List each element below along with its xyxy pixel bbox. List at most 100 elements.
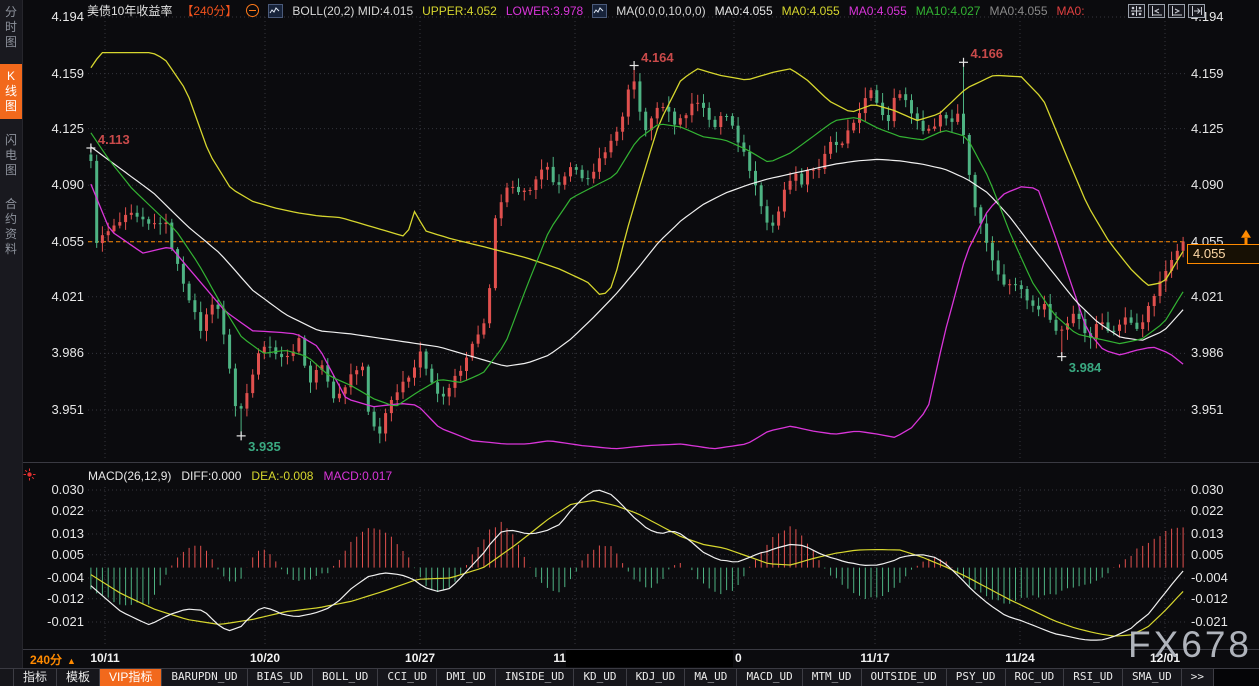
boll-lower-value: LOWER:3.978 [506,4,583,18]
price-axis-label-right: 3.986 [1191,345,1251,360]
collapse-minus-circle-icon[interactable] [246,4,259,17]
toolbar-item-vip[interactable]: VIP指标 [100,669,162,686]
compress-left-icon[interactable] [1148,4,1165,18]
macd-indicator-name: MACD(26,12,9) [88,469,171,483]
price-axis-label-left: 4.090 [28,177,84,192]
toolbar-item-rsiud[interactable]: RSI_UD [1064,669,1123,686]
macd-axis-label-left: -0.021 [28,614,84,629]
chart-window-controls [1128,4,1205,18]
indicator-toolbar: 指标模板VIP指标BARUPDN_UDBIAS_UDBOLL_UDCCI_UDD… [0,668,1259,686]
timeframe-label: 【240分】 [181,2,237,19]
macd-axis-label-right: 0.030 [1191,482,1251,497]
toolbar-item-[interactable]: 模板 [57,669,100,686]
trading-terminal: 分时图K线图闪电图合约资料 美债10年收益率【240分】BOLL(20,2) M… [0,0,1259,685]
ma0-red-value: MA0: [1057,4,1085,18]
boll-mid-value: BOLL(20,2) MID:4.015 [292,4,413,18]
chart-canvas[interactable] [0,0,1259,685]
macd-dea-value: DEA:-0.008 [251,469,313,483]
timeframe-selector[interactable]: 240分 ▲ [30,651,76,668]
price-axis-label-right: 4.021 [1191,289,1251,304]
macd-axis-label-right: 0.005 [1191,547,1251,562]
macd-axis-label-left: -0.012 [28,591,84,606]
toolbar-item-barupdnud[interactable]: BARUPDN_UD [162,669,247,686]
toolbar-item-macdud[interactable]: MACD_UD [737,669,802,686]
date-label: 0 [735,651,742,665]
sidebar-item-contract-info[interactable]: 合约资料 [0,192,22,262]
macd-axis-label-right: -0.021 [1191,614,1251,629]
indicator-settings-icon[interactable] [23,468,36,486]
date-label: 11/17 [860,651,889,665]
redaction-overlay [566,650,733,667]
price-axis-label-left: 4.021 [28,289,84,304]
indicator-mini-chart-icon[interactable] [592,4,607,18]
date-label: 10/20 [250,651,280,665]
sidebar-item-flash-chart[interactable]: 闪电图 [0,128,22,183]
date-label: 11/24 [1005,651,1034,665]
left-sidebar: 分时图 K线图闪电图合约资料 [0,0,23,685]
price-axis-label-left: 4.159 [28,66,84,81]
toolbar-item-maud[interactable]: MA_UD [685,669,737,686]
price-axis-label-left: 4.125 [28,121,84,136]
ma0-white-value: MA0:4.055 [715,4,773,18]
current-price-tag: 4.055 [1187,244,1259,264]
macd-header: MACD(26,12,9) DIFF:0.000 DEA:-0.008 MACD… [88,469,392,483]
price-axis-label-left: 3.951 [28,402,84,417]
toolbar-item-smaud[interactable]: SMA_UD [1123,669,1182,686]
toolbar-item-rocud[interactable]: ROC_UD [1006,669,1065,686]
price-axis-label-right: 4.090 [1191,177,1251,192]
indicator-mini-chart-icon[interactable] [268,4,283,18]
timeframe-value: 240分 [30,653,62,667]
price-marker-label: 4.166 [971,46,1004,61]
price-marker-label: 3.984 [1069,360,1102,375]
toolbar-item-kdud[interactable]: KD_UD [574,669,626,686]
chart-header: 美债10年收益率【240分】BOLL(20,2) MID:4.015UPPER:… [87,3,1085,18]
macd-axis-label-left: 0.030 [28,482,84,497]
macd-axis-label-right: 0.022 [1191,503,1251,518]
boll-upper-value: UPPER:4.052 [422,4,497,18]
macd-axis-label-left: 0.013 [28,526,84,541]
toolbar-item-cciud[interactable]: CCI_UD [378,669,437,686]
macd-axis-label-right: -0.004 [1191,570,1251,585]
toolbar-item-kdjud[interactable]: KDJ_UD [627,669,686,686]
move-crosshair-icon[interactable] [1128,4,1145,18]
price-marker-label: 4.164 [641,50,674,65]
price-axis-label-left: 4.055 [28,234,84,249]
macd-macd-value: MACD:0.017 [323,469,392,483]
sidebar-item-kline-chart[interactable]: K线图 [0,64,22,119]
macd-axis-label-right: -0.012 [1191,591,1251,606]
date-label: 10/27 [405,651,435,665]
toolbar-spacer [0,669,14,686]
compress-right-icon[interactable] [1168,4,1185,18]
macd-diff-value: DIFF:0.000 [181,469,241,483]
price-marker-label: 4.113 [98,132,130,147]
price-axis-label-right: 4.125 [1191,121,1251,136]
toolbar-item-dmiud[interactable]: DMI_UD [437,669,496,686]
toolbar-item-outsideud[interactable]: OUTSIDE_UD [862,669,947,686]
chevron-up-icon: ▲ [67,656,76,666]
ma0-yellow-value: MA0:4.055 [782,4,840,18]
macd-axis-label-right: 0.013 [1191,526,1251,541]
date-label: 10/11 [90,651,119,665]
price-axis-label-left: 4.194 [28,9,84,24]
pan-right-icon[interactable] [1188,4,1205,18]
ma10-value: MA10:4.027 [916,4,981,18]
toolbar-item-insideud[interactable]: INSIDE_UD [496,669,575,686]
price-axis-label-left: 3.986 [28,345,84,360]
ma0-gray-value: MA0:4.055 [989,4,1047,18]
toolbar-item->>[interactable]: >> [1182,669,1214,686]
date-label: 11 [553,651,566,665]
macd-axis-label-left: -0.004 [28,570,84,585]
macd-axis-label-left: 0.005 [28,547,84,562]
price-axis-label-right: 3.951 [1191,402,1251,417]
price-axis-label-right: 4.159 [1191,66,1251,81]
toolbar-item-[interactable]: 指标 [14,669,57,686]
ma0-magenta-value: MA0:4.055 [849,4,907,18]
sidebar-item-time-chart[interactable]: 分时图 [0,0,22,55]
ma-params: MA(0,0,0,10,0,0) [616,4,705,18]
toolbar-item-bollud[interactable]: BOLL_UD [313,669,378,686]
toolbar-item-biasud[interactable]: BIAS_UD [248,669,313,686]
price-marker-label: 3.935 [248,439,281,454]
toolbar-item-psyud[interactable]: PSY_UD [947,669,1006,686]
date-label: 12/01 [1150,651,1180,665]
toolbar-item-mtmud[interactable]: MTM_UD [803,669,862,686]
